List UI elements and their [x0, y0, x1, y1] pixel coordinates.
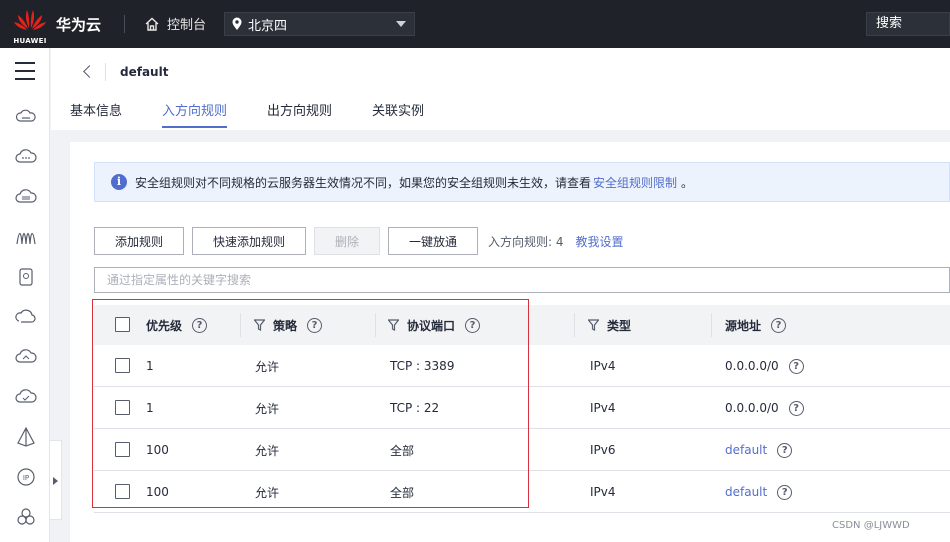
source-group-link[interactable]: default [725, 443, 767, 457]
huawei-logo[interactable]: HUAWEI [12, 6, 48, 45]
page-header: default 基本信息 入方向规则 出方向规则 关联实例 [51, 48, 950, 130]
help-icon[interactable]: ? [777, 484, 793, 500]
cell-source: default? [725, 429, 793, 471]
service-sidebar: IP [0, 48, 50, 542]
cloud-loop-icon[interactable] [15, 306, 37, 328]
info-alert: i 安全组规则对不同规格的云服务器生效情况不同，如果您的安全组规则未生效，请查看… [94, 162, 950, 202]
svg-text:IP: IP [23, 474, 29, 482]
rules-toolbar: 添加规则 快速添加规则 删除 一键放通 入方向规则: 4 教我设置 [94, 227, 624, 255]
divider [105, 63, 106, 81]
help-setup-link[interactable]: 教我设置 [576, 233, 624, 250]
console-label: 控制台 [167, 18, 207, 33]
source-group-link[interactable]: default [725, 485, 767, 499]
cloud-storage-icon[interactable] [15, 186, 37, 208]
alert-suffix: 。 [681, 175, 694, 190]
region-label: 北京四 [248, 18, 288, 34]
column-divider [711, 313, 712, 337]
tab-associated-instances[interactable]: 关联实例 [372, 100, 424, 128]
cell-type: IPv4 [590, 485, 616, 499]
menu-icon[interactable] [15, 62, 35, 86]
cell-type: IPv4 [590, 359, 616, 373]
add-rule-button[interactable]: 添加规则 [94, 227, 184, 255]
cell-type: IPv6 [590, 443, 616, 457]
tab-basic-info[interactable]: 基本信息 [70, 100, 122, 128]
column-type[interactable]: 类型 [588, 305, 631, 345]
pyramid-icon[interactable] [15, 426, 37, 448]
help-icon[interactable]: ? [788, 358, 804, 374]
database-icon[interactable] [15, 266, 37, 288]
filter-icon[interactable] [588, 319, 599, 331]
brand-name[interactable]: 华为云 [56, 14, 101, 35]
cloud-server-icon[interactable] [15, 106, 37, 128]
quick-add-rule-button[interactable]: 快速添加规则 [192, 227, 306, 255]
ip-icon[interactable]: IP [15, 466, 37, 488]
region-selector[interactable]: 北京四 [224, 12, 415, 36]
column-divider [574, 313, 575, 337]
cell-source: 0.0.0.0/0? [725, 387, 804, 429]
help-icon[interactable]: ? [777, 442, 793, 458]
top-navigation-bar: HUAWEI 华为云 控制台 北京四 搜索 [0, 0, 950, 48]
back-arrow-icon[interactable] [81, 65, 95, 79]
inbound-rule-count: 入方向规则: 4 [488, 234, 564, 249]
filter-search-input[interactable]: 通过指定属性的关键字搜索 [94, 267, 950, 293]
cloud-dots-icon[interactable] [15, 146, 37, 168]
home-icon [145, 17, 159, 31]
cell-source: default? [725, 471, 793, 513]
help-icon[interactable]: ? [788, 400, 804, 416]
console-link[interactable]: 控制台 [144, 14, 206, 33]
sidebar-expand-handle[interactable] [50, 440, 62, 520]
page-title: default [120, 65, 169, 79]
alert-text: 安全组规则对不同规格的云服务器生效情况不同，如果您的安全组规则未生效，请查看 [135, 175, 592, 190]
rule-limit-link[interactable]: 安全组规则限制 [593, 174, 677, 191]
delete-button[interactable]: 删除 [314, 227, 380, 255]
cloud-network-icon[interactable] [15, 346, 37, 368]
cluster-icon[interactable] [15, 506, 37, 528]
logo-text: HUAWEI [13, 37, 47, 45]
divider [124, 15, 125, 33]
tab-outbound-rules[interactable]: 出方向规则 [267, 100, 332, 128]
huawei-flower-icon [14, 10, 46, 30]
highlight-annotation-box [92, 299, 529, 508]
watermark: CSDN @LJWWD [832, 520, 910, 531]
cloud-check-icon[interactable] [15, 386, 37, 408]
chevron-down-icon [396, 21, 406, 27]
info-icon: i [111, 174, 127, 190]
help-icon[interactable]: ? [771, 317, 787, 333]
wave-icon[interactable] [15, 226, 37, 248]
global-search-input[interactable]: 搜索 [866, 12, 950, 36]
tab-bar: 基本信息 入方向规则 出方向规则 关联实例 [70, 100, 464, 128]
cell-type: IPv4 [590, 401, 616, 415]
location-pin-icon [232, 17, 242, 30]
column-source[interactable]: 源地址 ? [725, 305, 787, 345]
tab-inbound-rules[interactable]: 入方向规则 [162, 100, 228, 128]
cell-source: 0.0.0.0/0? [725, 345, 804, 387]
one-click-allow-button[interactable]: 一键放通 [388, 227, 478, 255]
